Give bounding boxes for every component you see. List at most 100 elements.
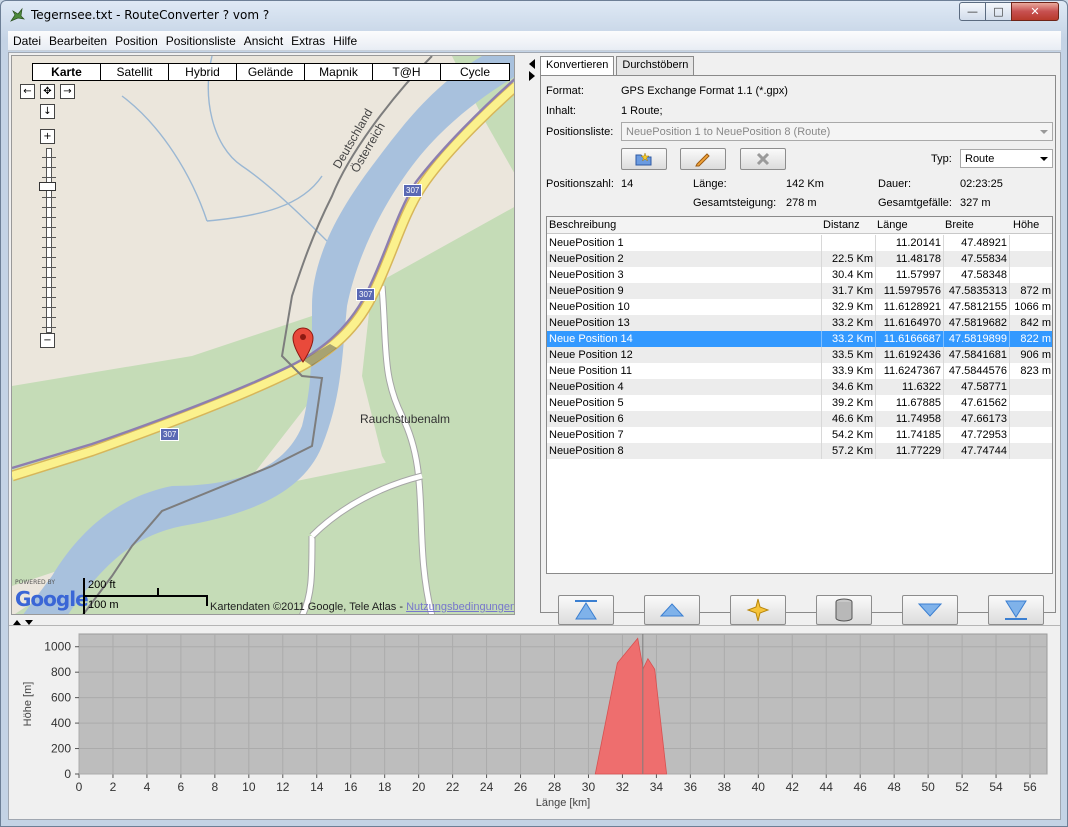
pan-right-icon[interactable]: → <box>60 84 75 99</box>
pan-left-icon[interactable]: ← <box>20 84 35 99</box>
elevation-profile[interactable]: 0 2 4 6 8 10 12 14 16 18 20 22 24 26 28 30 32 34 36 38 40 42 4… <box>9 625 1060 819</box>
y-tick-label: 400 <box>51 716 71 730</box>
x-tick-label: 56 <box>1023 780 1037 794</box>
col-hoehe[interactable]: Höhe <box>1013 219 1039 231</box>
cell-beschreibung: Neue Position 12 <box>549 349 633 361</box>
col-laenge[interactable]: Länge <box>877 219 908 231</box>
duration-value: 02:23:25 <box>960 178 1003 190</box>
terms-link[interactable]: Nutzungsbedingungen <box>406 601 514 613</box>
table-row[interactable]: Neue Position 12 33.5 Km 11.6192436 47.5841… <box>547 347 1052 363</box>
tab-durchstoebern[interactable]: Durchstöbern <box>616 56 695 76</box>
table-row[interactable]: NeuePosition 6 46.6 Km 11.74958 47.66173 <box>547 411 1052 427</box>
pan-down-icon[interactable]: ↓ <box>40 104 55 119</box>
table-row[interactable]: NeuePosition 4 34.6 Km 11.6322 47.58771 <box>547 379 1052 395</box>
cell-hoehe: 1066 m <box>1014 301 1051 313</box>
cell-laenge: 11.77229 <box>895 445 941 457</box>
maximize-button[interactable]: □ <box>985 2 1012 21</box>
table-row[interactable]: NeuePosition 8 57.2 Km 11.77229 47.74744 <box>547 443 1052 459</box>
scale-ft-label: 200 ft <box>88 579 116 591</box>
count-value: 14 <box>621 178 634 190</box>
cell-laenge: 11.6192436 <box>883 349 941 361</box>
minimize-button[interactable]: — <box>959 2 986 21</box>
format-label: Format: <box>546 85 584 97</box>
format-value: GPS Exchange Format 1.1 (*.gpx) <box>621 85 788 97</box>
position-table[interactable]: Beschreibung Distanz Länge Breite Höhe N… <box>546 216 1053 574</box>
horizontal-splitter[interactable] <box>9 616 1060 625</box>
maptype-satellit[interactable]: Satellit <box>101 64 169 80</box>
poslist-select[interactable]: NeuePosition 1 to NeuePosition 8 (Route) <box>621 122 1053 141</box>
cell-distanz: 39.2 Km <box>832 397 873 409</box>
title-bar[interactable]: Tegernsee.txt - RouteConverter ? vom ? —… <box>1 1 1067 29</box>
menu-datei[interactable]: Datei <box>8 34 45 48</box>
menu-hilfe[interactable]: Hilfe <box>329 34 361 48</box>
close-button[interactable]: ✕ <box>1011 2 1059 21</box>
rename-button[interactable] <box>680 148 726 170</box>
x-tick-label: 32 <box>616 780 630 794</box>
table-row[interactable]: NeuePosition 5 39.2 Km 11.67885 47.61562 <box>547 395 1052 411</box>
pencil-icon <box>695 153 710 167</box>
zoom-slider[interactable] <box>42 148 56 333</box>
map-type-bar: Karte Satellit Hybrid Gelände Mapnik T@H… <box>32 63 510 81</box>
menu-bearbeiten[interactable]: Bearbeiten <box>45 34 111 48</box>
collapse-right-icon[interactable] <box>529 71 535 81</box>
col-distanz[interactable]: Distanz <box>823 219 860 231</box>
zoom-in-icon[interactable]: + <box>40 129 55 144</box>
x-tick-label: 0 <box>76 780 83 794</box>
cell-distanz: 34.6 Km <box>832 381 873 393</box>
cell-laenge: 11.6247367 <box>883 365 941 377</box>
close-icon <box>756 152 770 166</box>
col-beschreibung[interactable]: Beschreibung <box>549 219 616 231</box>
zoom-slider-handle[interactable] <box>39 182 56 191</box>
zoom-out-icon[interactable]: − <box>40 333 55 348</box>
table-row[interactable]: Neue Position 14 33.2 Km 11.6166687 47.5819… <box>547 331 1052 347</box>
powered-by-text: POWERED BY <box>15 579 56 586</box>
cell-laenge: 11.6322 <box>902 381 941 393</box>
app-window: Tegernsee.txt - RouteConverter ? vom ? —… <box>0 0 1068 827</box>
add-file-button[interactable] <box>621 148 667 170</box>
menu-extras[interactable]: Extras <box>287 34 329 48</box>
cell-beschreibung: NeuePosition 7 <box>549 429 624 441</box>
x-tick-label: 34 <box>650 780 664 794</box>
table-row[interactable]: NeuePosition 1 11.20141 47.48921 <box>547 235 1052 251</box>
cell-laenge: 11.20141 <box>895 237 941 249</box>
type-select[interactable]: Route <box>960 149 1053 168</box>
cell-distanz: 54.2 Km <box>832 429 873 441</box>
maptype-karte[interactable]: Karte <box>33 64 101 80</box>
x-tick-label: 42 <box>786 780 800 794</box>
y-tick-label: 600 <box>51 691 71 705</box>
menu-positionsliste[interactable]: Positionsliste <box>162 34 240 48</box>
cell-beschreibung: NeuePosition 9 <box>549 285 624 297</box>
map-view[interactable]: Karte Satellit Hybrid Gelände Mapnik T@H… <box>11 55 515 615</box>
table-row[interactable]: NeuePosition 3 30.4 Km 11.57997 47.58348 <box>547 267 1052 283</box>
table-row[interactable]: NeuePosition 7 54.2 Km 11.74185 47.72953 <box>547 427 1052 443</box>
table-row[interactable]: NeuePosition 10 32.9 Km 11.6128921 47.58121… <box>547 299 1052 315</box>
maptype-hybrid[interactable]: Hybrid <box>169 64 237 80</box>
table-row[interactable]: Neue Position 11 33.9 Km 11.6247367 47.5844… <box>547 363 1052 379</box>
x-tick-label: 12 <box>276 780 290 794</box>
poslist-label: Positionsliste: <box>546 126 614 138</box>
col-breite[interactable]: Breite <box>945 219 974 231</box>
maptype-tah[interactable]: T@H <box>373 64 441 80</box>
delete-list-button[interactable] <box>740 148 786 170</box>
pan-center-icon[interactable]: ✥ <box>40 84 55 99</box>
collapse-left-icon[interactable] <box>529 59 535 69</box>
menu-position[interactable]: Position <box>111 34 162 48</box>
menu-ansicht[interactable]: Ansicht <box>240 34 287 48</box>
x-tick-label: 24 <box>480 780 494 794</box>
table-row[interactable]: NeuePosition 9 31.7 Km 11.5979576 47.583531… <box>547 283 1052 299</box>
table-row[interactable]: NeuePosition 2 22.5 Km 11.48178 47.55834 <box>547 251 1052 267</box>
cell-laenge: 11.6128921 <box>883 301 941 313</box>
cell-breite: 47.5819899 <box>948 333 1007 345</box>
maptype-cycle[interactable]: Cycle <box>441 64 509 80</box>
table-row[interactable]: NeuePosition 13 33.2 Km 11.6164970 47.58196… <box>547 315 1052 331</box>
maptype-mapnik[interactable]: Mapnik <box>305 64 373 80</box>
maptype-gelaende[interactable]: Gelände <box>237 64 305 80</box>
map-copyright: Kartendaten ©2011 Google, Tele Atlas - N… <box>210 601 515 613</box>
y-axis-label: Höhe [m] <box>22 682 34 727</box>
main-area: Karte Satellit Hybrid Gelände Mapnik T@H… <box>8 52 1061 820</box>
cell-hoehe: 906 m <box>1020 349 1051 361</box>
chevron-down-icon <box>1040 130 1048 134</box>
count-label: Positionszahl: <box>546 178 614 190</box>
vertical-splitter[interactable] <box>517 55 539 615</box>
x-tick-label: 52 <box>955 780 969 794</box>
